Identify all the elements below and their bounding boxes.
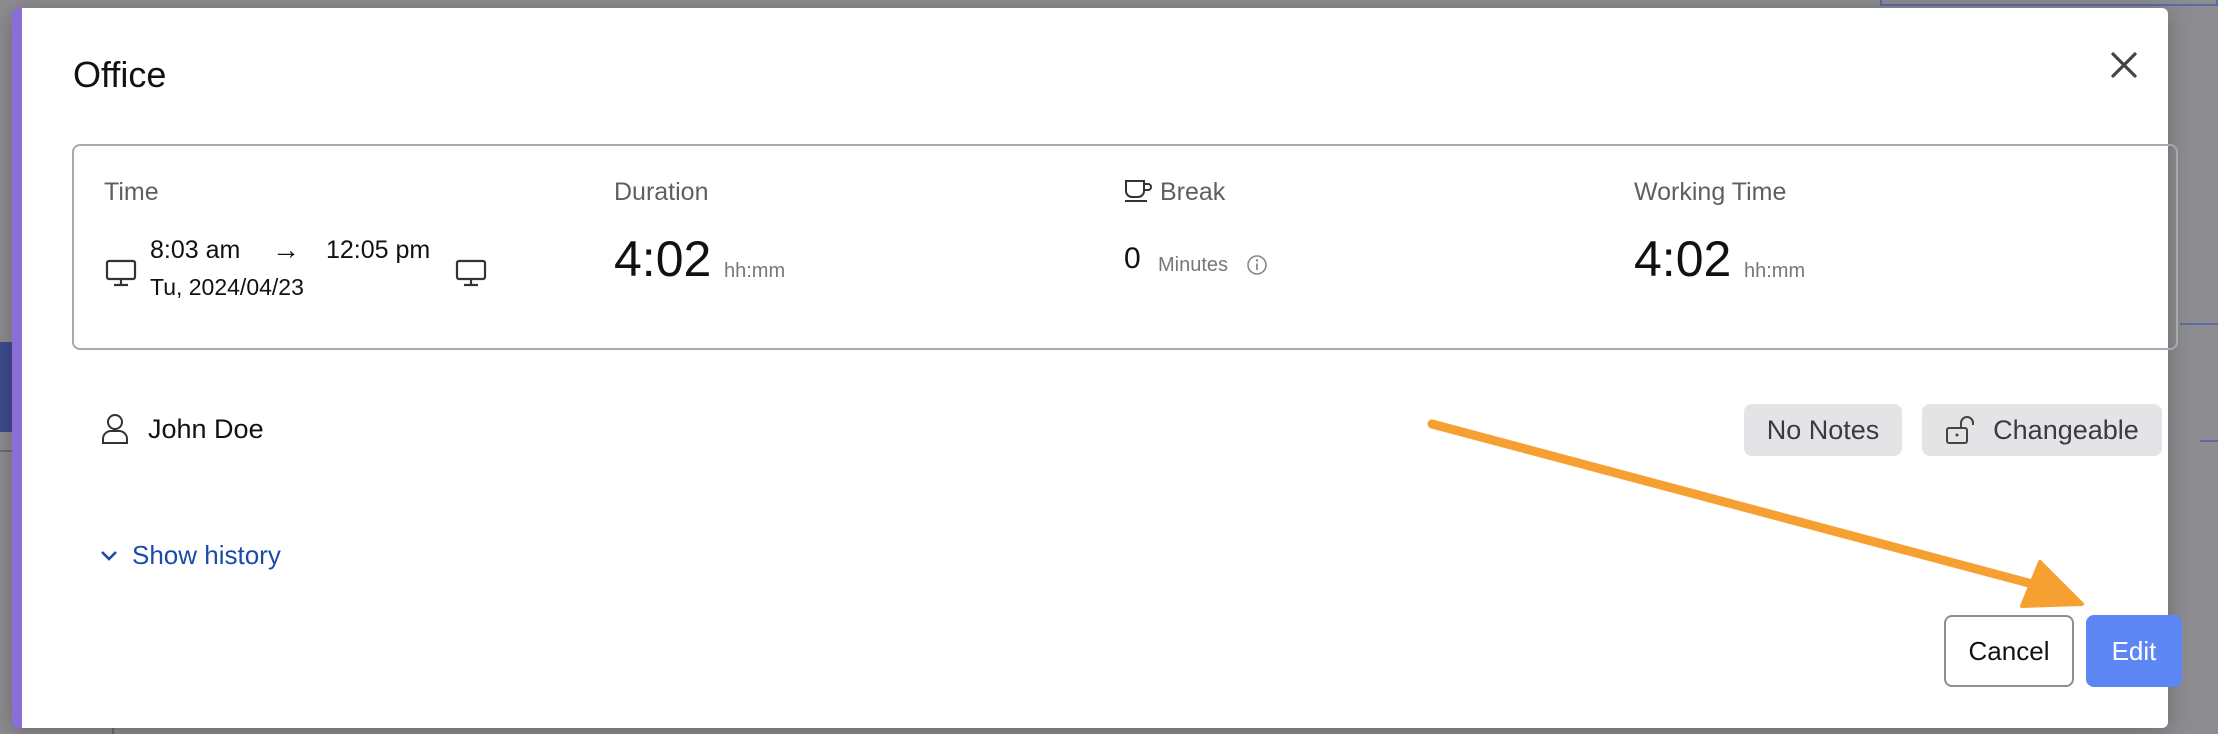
monitor-icon	[105, 259, 137, 287]
user-icon	[102, 414, 128, 444]
cancel-button[interactable]: Cancel	[1944, 615, 2074, 687]
list-icon	[158, 0, 192, 6]
info-icon[interactable]	[1246, 254, 1268, 276]
break-value: 0	[1124, 242, 1141, 275]
working-time-column: Working Time 4:02 hh:mm	[1634, 146, 2154, 348]
duration-label: Duration	[614, 178, 709, 206]
arrow-right-icon: →	[272, 234, 300, 265]
monitor-icon	[455, 259, 487, 287]
changeable-badge: Changeable	[1922, 404, 2162, 456]
unlock-icon	[1946, 416, 1975, 444]
background-panel	[1880, 0, 2218, 6]
break-column: Break 0 Minutes	[1124, 146, 1604, 348]
background-divider	[2200, 440, 2218, 442]
start-time: 8:03 am	[150, 236, 241, 264]
background-sidebar-accent	[0, 342, 12, 432]
notes-badge: No Notes	[1744, 404, 1902, 456]
background-divider	[2180, 323, 2218, 325]
show-history-toggle[interactable]: Show history	[100, 540, 281, 571]
time-label: Time	[104, 178, 159, 206]
break-label: Break	[1160, 178, 1226, 206]
coffee-cup-icon	[1125, 180, 1152, 202]
show-history-label: Show history	[132, 540, 281, 570]
break-unit: Minutes	[1158, 254, 1229, 276]
dialog-title: Office	[73, 54, 167, 95]
chevron-down-icon	[101, 550, 117, 561]
employee-row: John Doe	[100, 404, 264, 454]
close-button[interactable]	[2097, 38, 2151, 92]
notes-badge-label: No Notes	[1766, 414, 1880, 445]
working-time-label: Working Time	[1634, 178, 1787, 206]
close-icon	[2111, 52, 2137, 78]
duration-unit: hh:mm	[724, 260, 786, 282]
background-divider	[0, 450, 12, 452]
time-entry-dialog: Office Time 8:03 am → 12:05 pm Tu, 2024/…	[12, 8, 2182, 728]
working-time-value: 4:02	[1634, 231, 1732, 287]
duration-value: 4:02	[614, 231, 712, 287]
changeable-badge-label: Changeable	[1993, 414, 2139, 445]
end-time: 12:05 pm	[326, 236, 431, 264]
time-summary-card: Time 8:03 am → 12:05 pm Tu, 2024/04/23 D…	[72, 144, 2178, 350]
entry-date: Tu, 2024/04/23	[150, 274, 304, 300]
duration-column: Duration 4:02 hh:mm	[614, 146, 1094, 348]
time-column: Time 8:03 am → 12:05 pm Tu, 2024/04/23	[104, 146, 584, 348]
employee-name: John Doe	[148, 413, 264, 444]
working-time-unit: hh:mm	[1744, 260, 1806, 282]
edit-button[interactable]: Edit	[2086, 615, 2182, 687]
